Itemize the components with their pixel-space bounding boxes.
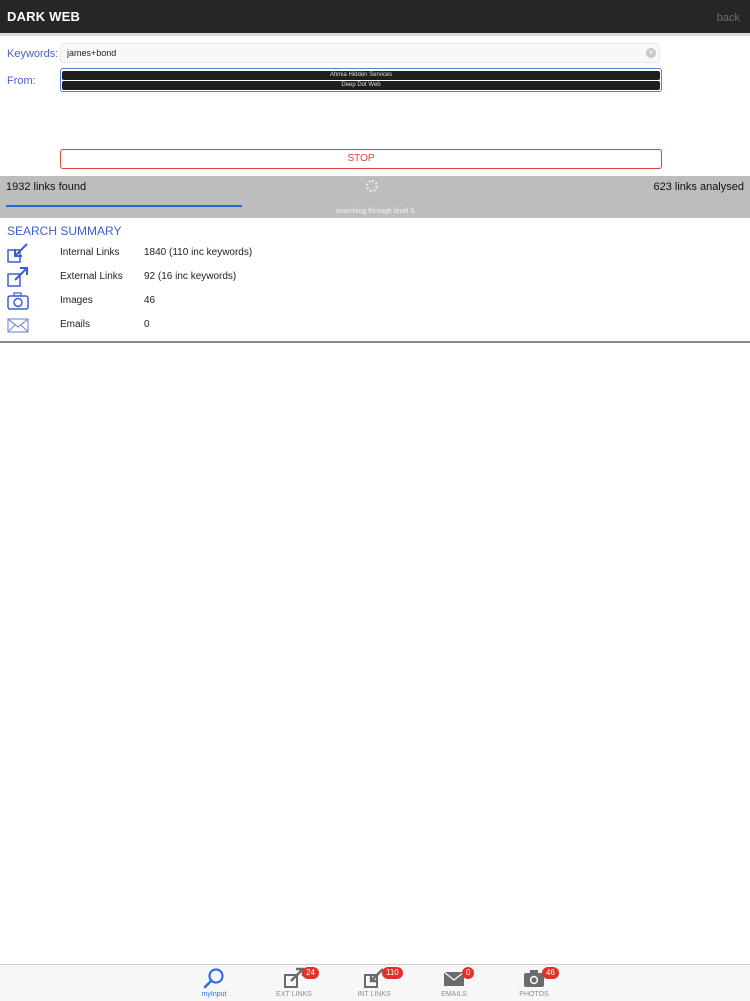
magnifier-icon — [203, 968, 224, 989]
from-label: From: — [7, 75, 36, 87]
summary-row-internal-links[interactable]: Internal Links 1840 (110 inc keywords) — [0, 242, 750, 264]
tab-label: INT LINKS — [357, 991, 391, 998]
ext-links-badge: 24 — [302, 967, 319, 979]
tab-emails[interactable]: 0 EMAILS — [414, 965, 494, 1001]
internal-link-icon — [7, 243, 28, 263]
tab-bar: myInput 24 EXT LINKS 110 INT LINKS 0 EMA… — [0, 964, 750, 1001]
source-option-ahmia[interactable]: Ahmia Hidden Services — [62, 71, 660, 80]
summary-value: 1840 (110 inc keywords) — [144, 247, 253, 258]
tab-int-links[interactable]: 110 INT LINKS — [334, 965, 414, 1001]
nav-bar: DARK WEB back — [0, 0, 750, 36]
envelope-icon — [7, 318, 29, 333]
page-title: DARK WEB — [7, 9, 81, 24]
clear-input-icon[interactable]: × — [646, 48, 656, 58]
summary-label: Internal Links — [60, 247, 120, 258]
source-option-deep-dot-web[interactable]: Deep Dot Web — [62, 81, 660, 90]
int-links-badge: 110 — [382, 967, 403, 979]
summary-row-emails[interactable]: Emails 0 — [0, 314, 750, 336]
loading-spinner-icon — [366, 180, 378, 192]
search-summary-title: SEARCH SUMMARY — [7, 224, 122, 238]
tab-myinput[interactable]: myInput — [174, 965, 254, 1001]
summary-label: Images — [60, 295, 93, 306]
summary-label: Emails — [60, 319, 91, 330]
tab-ext-links[interactable]: 24 EXT LINKS — [254, 965, 334, 1001]
tab-photos[interactable]: 46 PHOTOS — [494, 965, 574, 1001]
keywords-input[interactable] — [60, 43, 660, 63]
photos-badge: 46 — [542, 967, 559, 979]
summary-row-external-links[interactable]: External Links 92 (16 inc keywords) — [0, 266, 750, 288]
emails-badge: 0 — [462, 967, 475, 979]
summary-value: 0 — [144, 319, 150, 330]
camera-icon — [7, 292, 29, 310]
summary-row-images[interactable]: Images 46 — [0, 290, 750, 312]
search-status-bar: 1932 links found 623 links analysed sear… — [0, 176, 750, 218]
keywords-label: Keywords: — [7, 48, 59, 60]
search-level-text: searching through level 3 — [335, 208, 415, 215]
back-button[interactable]: back — [717, 12, 740, 24]
external-link-icon — [7, 267, 28, 287]
progress-bar — [6, 205, 744, 207]
summary-value: 46 — [144, 295, 156, 306]
tab-label: EMAILS — [441, 991, 467, 998]
progress-fill — [6, 205, 243, 207]
links-found-count: 1932 links found — [6, 181, 87, 193]
tab-label: EXT LINKS — [276, 991, 312, 998]
summary-value: 92 (16 inc keywords) — [144, 271, 237, 282]
tab-label: PHOTOS — [519, 991, 549, 998]
summary-divider — [0, 341, 750, 343]
links-analysed-count: 623 links analysed — [653, 181, 744, 193]
summary-label: External Links — [60, 271, 123, 282]
source-picker[interactable]: Ahmia Hidden Services Deep Dot Web — [60, 68, 662, 92]
tab-label: myInput — [201, 991, 227, 998]
stop-button[interactable]: STOP — [60, 149, 662, 169]
